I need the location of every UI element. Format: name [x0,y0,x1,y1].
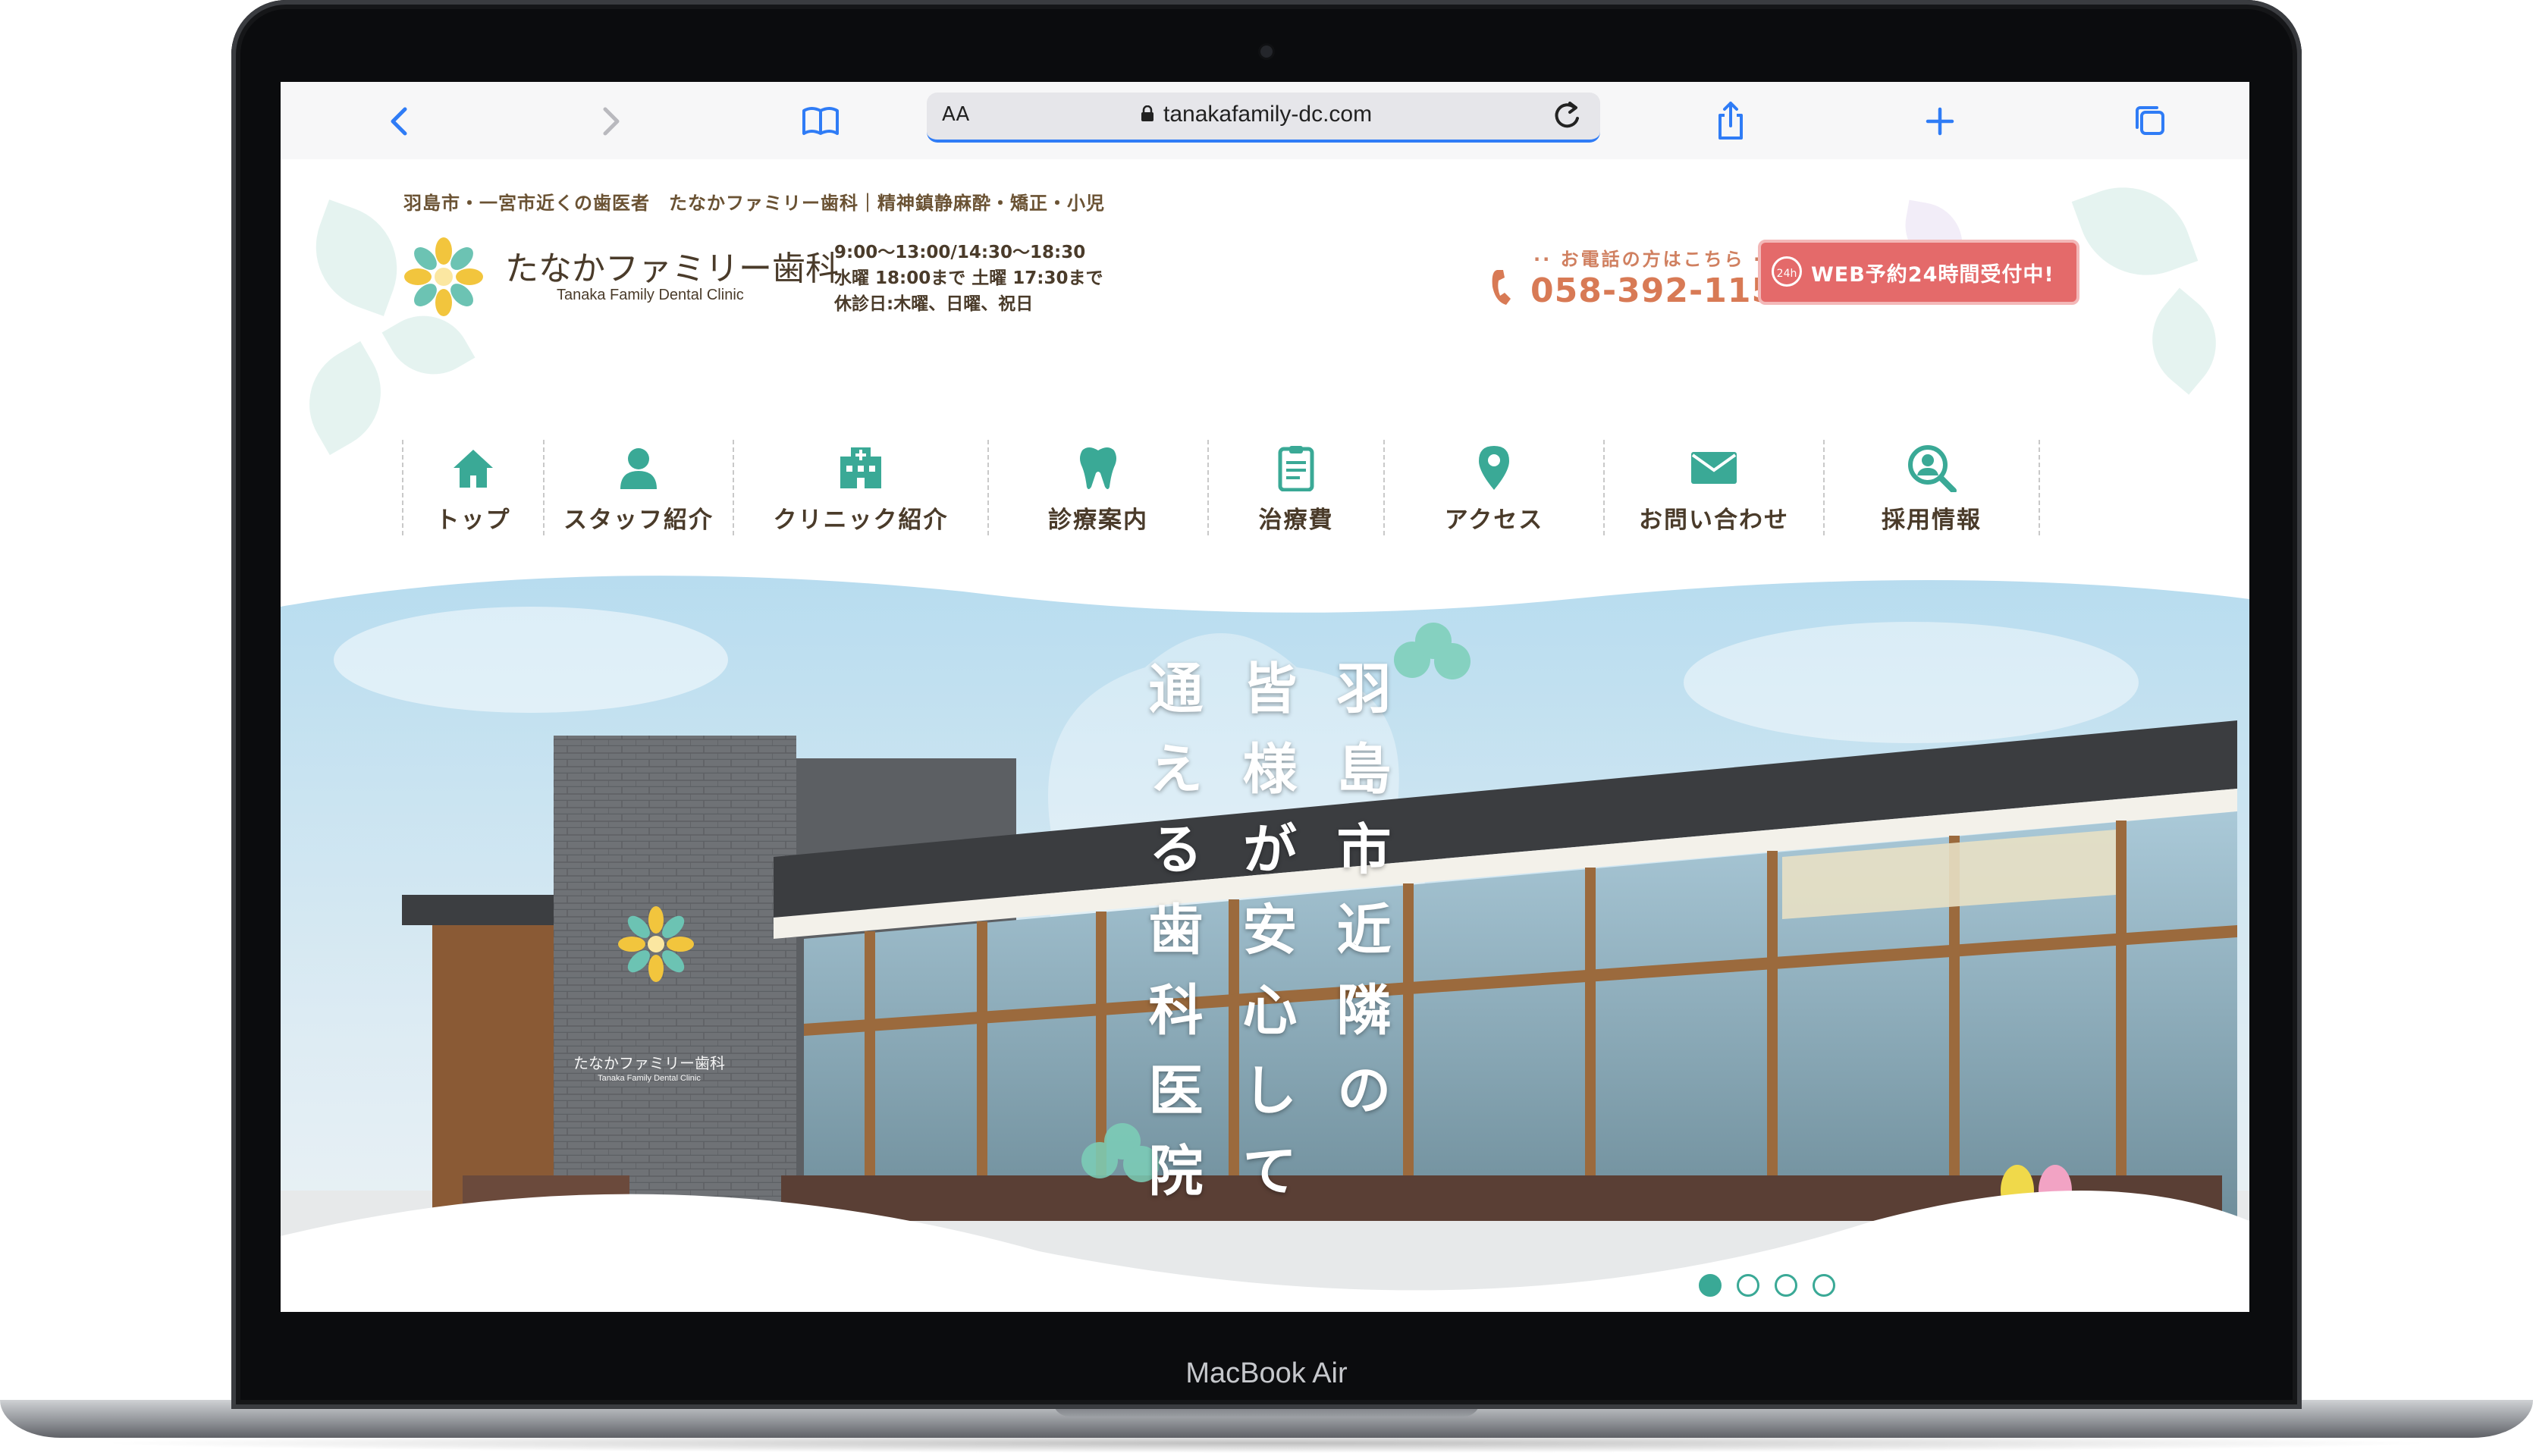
map-pin-icon [1385,443,1603,493]
clinic-logo-icon[interactable] [402,235,485,318]
bookmarks-icon[interactable] [798,99,843,144]
nav-item-contact[interactable]: お問い合わせ [1603,440,1823,535]
url-text: tanakafamily-dc.com [1163,102,1373,127]
decorative-leaf [287,340,403,456]
person-icon [545,443,733,493]
share-icon[interactable] [1708,99,1753,144]
nav-item-access[interactable]: アクセス [1383,440,1603,535]
clock-24h-icon: 24h [1772,256,1802,287]
decorative-leaf [298,199,415,316]
nav-item-treatment[interactable]: 診療案内 [987,440,1207,535]
office-hours: 9:00～13:00/14:30～18:30 水曜 18:00まで 土曜 17:… [834,240,1103,317]
slider-dot-4[interactable] [1813,1274,1835,1297]
tabs-icon[interactable] [2128,99,2174,144]
hours-line: 水曜 18:00まで 土曜 17:30まで [834,268,1103,288]
back-icon[interactable] [378,99,423,144]
hours-line: 9:00～13:00/14:30～18:30 [834,243,1086,262]
new-tab-icon[interactable] [1917,99,1963,144]
hours-line: 休診日:木曜、日曜、祝日 [834,294,1034,314]
web-reservation-label: WEB予約24時間受付中! [1811,263,2054,287]
website: 羽島市・一宮市近くの歯医者 たなかファミリー歯科｜精神鎮静麻酔・矯正・小児 たな… [281,159,2249,1312]
clinic-name-en: Tanaka Family Dental Clinic [557,287,744,303]
text-size-button[interactable]: AA [942,103,969,126]
nav-label: クリニック紹介 [773,507,949,534]
hero-headline-col2: 皆様が安心して [1233,660,1297,1222]
nav-item-fees[interactable]: 治療費 [1207,440,1383,535]
tooth-icon [989,443,1207,493]
web-reservation-button[interactable]: 24h WEB予約24時間受付中! [1758,240,2079,305]
hero-headline-col3: 通える歯科医院 [1139,660,1203,1222]
slider-dot-1[interactable] [1699,1274,1722,1297]
device-label: MacBook Air [1185,1357,1348,1389]
nav-label: 診療案内 [1048,507,1148,534]
nav-label: お問い合わせ [1639,507,1789,534]
nav-label: 採用情報 [1882,507,1982,534]
camera-icon [1260,46,1273,58]
decorative-leaf [2130,287,2238,395]
slider-dot-2[interactable] [1737,1274,1759,1297]
screen: AA tanakafamily-dc.com 羽島市・一宮市近くの歯医者 たなか… [281,82,2249,1312]
clinic-name[interactable]: たなかファミリー歯科 [505,241,839,290]
clipboard-icon [1209,443,1383,493]
home-icon [403,443,543,493]
nav-label: 治療費 [1258,507,1334,534]
lock-icon [1141,105,1154,122]
phone-icon [1489,267,1517,317]
decorative-leaf [2071,168,2199,295]
nav-item-staff[interactable]: スタッフ紹介 [543,440,733,535]
reload-icon[interactable] [1550,97,1584,143]
forward-icon[interactable] [587,99,632,144]
hero-headline-col1: 羽島市近隣の [1327,660,1391,1142]
slider-dot-3[interactable] [1775,1274,1797,1297]
site-tagline: 羽島市・一宮市近くの歯医者 たなかファミリー歯科｜精神鎮静麻酔・矯正・小児 [403,193,1105,214]
building-sign-text-en: Tanaka Family Dental Clinic [598,1074,701,1083]
nav-label: トップ [435,507,511,534]
mail-icon [1605,443,1823,493]
search-person-icon [1825,443,2039,493]
building-sign-text: たなかファミリー歯科 [573,1054,725,1072]
phone-label-text: お電話の方はこちら [1560,249,1745,270]
nav-item-clinic[interactable]: クリニック紹介 [733,440,987,535]
main-nav: トップ スタッフ紹介 クリニック紹介 診療案内 治療費 アクセス お問い合わせ … [402,440,2131,535]
nav-label: アクセス [1444,507,1544,534]
nav-item-top[interactable]: トップ [402,440,543,535]
address-bar[interactable]: AA tanakafamily-dc.com [927,93,1600,143]
browser-toolbar: AA tanakafamily-dc.com [281,82,2249,161]
building-sign-logo-icon [599,902,713,986]
hero-slider: たなかファミリー歯科 Tanaka Family Dental Clinic 羽… [281,569,2249,1312]
nav-label: スタッフ紹介 [563,507,714,534]
hospital-icon [734,443,987,493]
phone-label: ·· お電話の方はこちら ·· [1533,249,1769,270]
nav-item-recruit[interactable]: 採用情報 [1823,440,2040,535]
